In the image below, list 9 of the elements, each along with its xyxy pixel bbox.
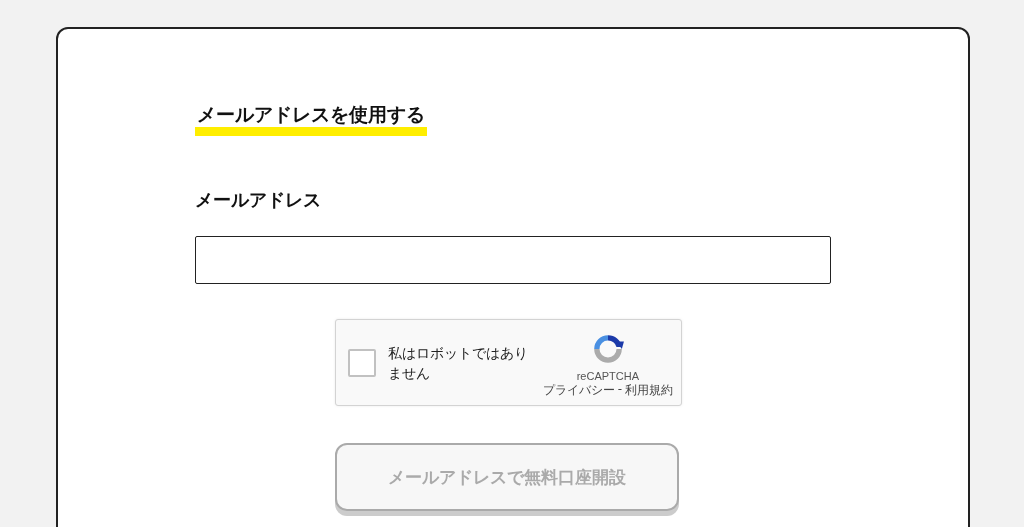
field-label: メールアドレス (195, 188, 322, 212)
terms-link[interactable]: 利用規約 (625, 382, 673, 399)
privacy-link[interactable]: プライバシー (542, 382, 615, 399)
section-title: メールアドレスを使用する (196, 102, 426, 127)
captcha-checkbox[interactable] (348, 348, 376, 377)
email-input-field[interactable] (195, 236, 831, 284)
link-separator: - (617, 382, 622, 398)
captcha-brand: reCAPTCHA (576, 370, 639, 382)
captcha-label: 私はロボットではありません (388, 343, 529, 383)
